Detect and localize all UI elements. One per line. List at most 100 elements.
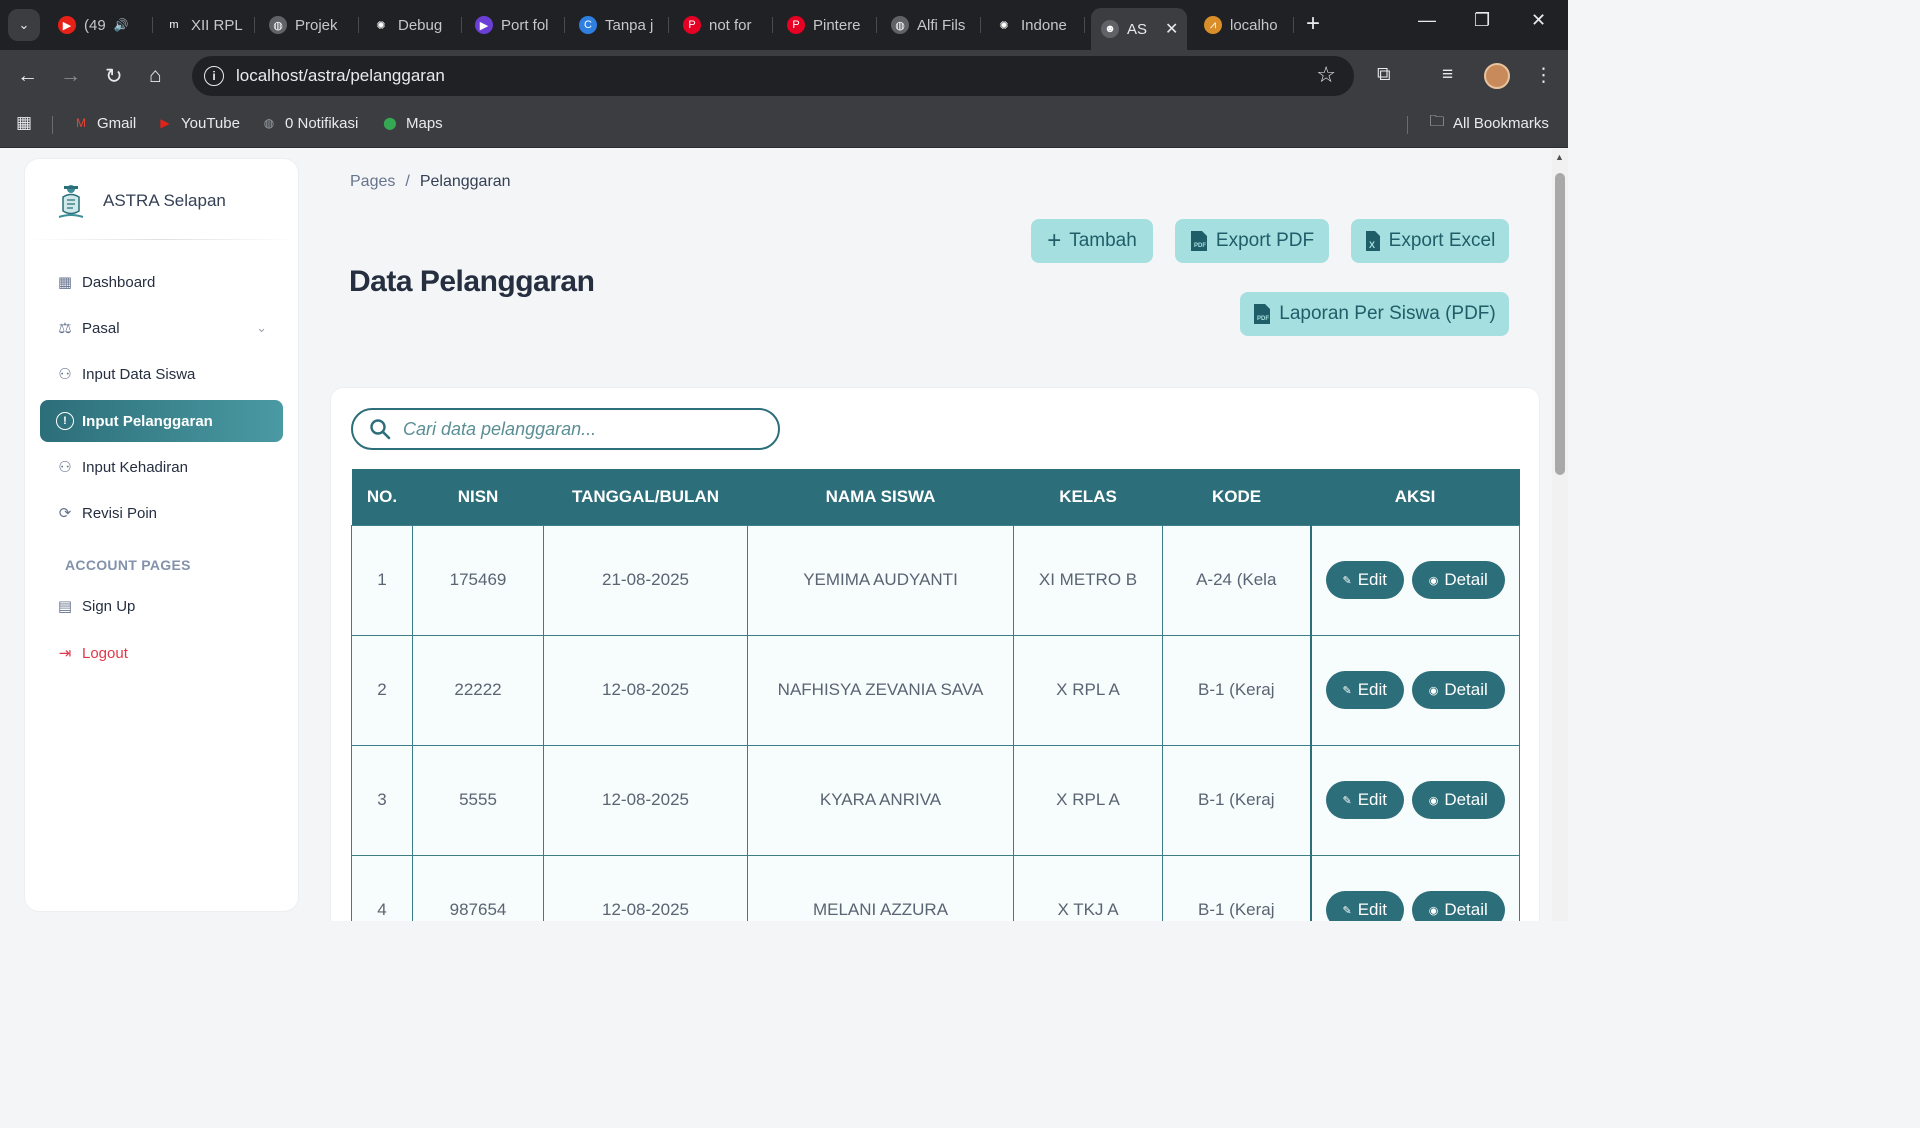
browser-tab[interactable]: ⩘ localho [1194, 8, 1294, 42]
search-input[interactable] [403, 416, 763, 442]
cell-kelas: X TKJ A [1013, 854, 1163, 921]
eye-icon: ◉ [1428, 794, 1439, 807]
bookmark-youtube[interactable]: ▶ YouTube [156, 114, 240, 132]
breadcrumb-current: Pelanggaran [419, 173, 511, 190]
account-pages-heading: ACCOUNT PAGES [65, 557, 191, 573]
tambah-button[interactable]: + Tambah [1031, 219, 1153, 263]
export-excel-button[interactable]: X Export Excel [1351, 219, 1509, 263]
browser-menu-icon[interactable]: ⋮ [1534, 64, 1553, 87]
window-close-icon[interactable]: ✕ [1531, 10, 1546, 31]
bookmark-maps[interactable]: ⬤ Maps [381, 114, 442, 132]
tab-title: Tanpa j [605, 16, 654, 34]
browser-tab[interactable]: C Tanpa j [569, 8, 669, 42]
address-bar[interactable]: i localhost/astra/pelanggaran ☆ [192, 56, 1354, 96]
tab-favicon-icon: ▶ [58, 16, 76, 34]
site-info-icon[interactable]: i [204, 66, 224, 86]
sidebar-item-dashboard[interactable]: ▦ Dashboard [40, 261, 283, 303]
address-url[interactable]: localhost/astra/pelanggaran [236, 66, 445, 86]
search-icon [370, 419, 391, 440]
brand[interactable]: ASTRA Selapan [55, 183, 226, 219]
sidebar-item-logout[interactable]: ⇥ Logout [40, 632, 283, 674]
tab-title: Debug [398, 16, 443, 34]
bookmark-favicon-icon: M [76, 116, 86, 130]
browser-tab[interactable]: P Pintere [777, 8, 877, 42]
reload-icon[interactable]: ↻ [105, 64, 123, 89]
tab-separator [1084, 17, 1085, 33]
sidebar-item-input-kehadiran[interactable]: ⚇ Input Kehadiran [40, 446, 283, 488]
tab-close-icon[interactable]: ✕ [1165, 19, 1178, 39]
browser-tab[interactable]: Pnot for [673, 8, 773, 42]
detail-button[interactable]: ◉ Detail [1411, 781, 1505, 819]
browser-tab[interactable]: ✺ Debug [362, 8, 462, 42]
forward-arrow-icon[interactable]: → [60, 64, 81, 88]
chevron-down-icon[interactable]: ⌄ [256, 320, 267, 336]
export-pdf-button[interactable]: PDF Export PDF [1175, 219, 1329, 263]
edit-button[interactable]: ✎ Edit [1325, 781, 1404, 819]
all-bookmarks-button[interactable]: 🗀 All Bookmarks [1428, 113, 1548, 132]
tab-favicon-icon: P [683, 16, 701, 34]
browser-tab[interactable]: ▶ (49 🔊 [48, 8, 153, 42]
browser-tab[interactable]: ▶ Port fol [465, 8, 565, 42]
laporan-per-siswa-button[interactable]: PDF Laporan Per Siswa (PDF) [1240, 292, 1509, 336]
browser-tab[interactable]: ◍ Projek [259, 8, 359, 42]
sidebar-item-pasal[interactable]: ⚖ Pasal ⌄ [40, 307, 283, 349]
column-header-nisn: NISN [412, 469, 544, 525]
bookmark-label: Gmail [97, 114, 137, 132]
cell-no: 4 [351, 854, 413, 921]
tab-separator [1293, 17, 1294, 33]
browser-tab[interactable]: ✺ Indone [985, 8, 1085, 42]
edit-button[interactable]: ✎ Edit [1325, 671, 1404, 709]
column-header-nama-siswa: NAMA SISWA [747, 469, 1014, 525]
browser-tab[interactable]: ☻ AS ✕ [1091, 8, 1187, 50]
detail-button[interactable]: ◉ Detail [1411, 561, 1505, 599]
cell-aksi: ✎ Edit ◉ Detail [1309, 854, 1520, 921]
cell-kelas: X RPL A [1013, 634, 1163, 746]
bookmark-gmail[interactable]: M Gmail [72, 114, 136, 132]
browser-tab[interactable]: ◍ Alfi Fils [881, 8, 981, 42]
edit-button[interactable]: ✎ Edit [1325, 891, 1404, 921]
minimize-icon[interactable]: — [1418, 10, 1436, 31]
sidebar-item-input-data-siswa[interactable]: ⚇ Input Data Siswa [40, 353, 283, 395]
sidebar-item-revisi-poin[interactable]: ⟳ Revisi Poin [40, 492, 283, 534]
plus-icon: + [1047, 227, 1062, 254]
cell-kode: A-24 (Kela [1162, 524, 1311, 636]
clipboard-icon: ▤ [57, 598, 73, 615]
scroll-up-arrow-icon[interactable]: ▲ [1555, 152, 1564, 162]
detail-button[interactable]: ◉ Detail [1411, 891, 1505, 921]
sidebar-item-label: Pasal [82, 319, 120, 337]
breadcrumb-root[interactable]: Pages [350, 173, 395, 191]
cell-tanggal: 12-08-2025 [543, 634, 748, 746]
eye-icon: ◉ [1428, 684, 1439, 697]
table-header-row: NO. NISN TANGGAL/BULAN NAMA SISWA KELAS KODE A… [351, 469, 1520, 525]
bookmark-0-notifikasi[interactable]: ◍ 0 Notifikasi [260, 114, 359, 132]
sidebar-item-sign-up[interactable]: ▤ Sign Up [40, 585, 283, 627]
home-icon[interactable]: ⌂ [149, 64, 162, 88]
new-tab-plus-icon[interactable]: + [1306, 10, 1320, 38]
apps-grid-icon[interactable]: ▦ [15, 113, 33, 132]
tab-favicon-icon: ◍ [891, 16, 909, 34]
search-box[interactable] [351, 408, 780, 450]
scrollbar-thumb[interactable] [1555, 173, 1565, 475]
file-excel-icon: X [1365, 231, 1380, 251]
edit-button[interactable]: ✎ Edit [1325, 561, 1404, 599]
tab-search-chevron-icon[interactable]: ⌄ [8, 9, 40, 41]
browser-tab-bar: ⌄ ▶ (49 🔊 m XII RPL ◍ Projek ✺ Debug ▶ Port fol C Ta… [0, 0, 1568, 50]
tab-favicon-icon: ▶ [475, 16, 493, 34]
browser-tab[interactable]: m XII RPL [155, 8, 255, 42]
extensions-puzzle-icon[interactable]: ⧉ [1377, 64, 1391, 86]
sidebar-item-label: Input Data Siswa [82, 365, 196, 383]
tab-audio-icon[interactable]: 🔊 [114, 18, 129, 32]
media-control-icon[interactable]: ≡ [1442, 64, 1453, 86]
svg-text:PDF: PDF [1257, 316, 1269, 322]
cell-aksi: ✎ Edit ◉ Detail [1309, 634, 1520, 746]
detail-button[interactable]: ◉ Detail [1411, 671, 1505, 709]
file-pdf-icon: PDF [1190, 231, 1207, 251]
table-row: 2 22222 12-08-2025 NAFHISYA ZEVANIA SAVA X R… [351, 634, 1520, 746]
sidebar-item-input-pelanggaran[interactable]: ! Input Pelanggaran [40, 400, 283, 442]
restore-icon[interactable]: ❐ [1474, 10, 1490, 31]
profile-avatar[interactable] [1484, 63, 1510, 89]
back-arrow-icon[interactable]: ← [17, 64, 38, 88]
edit-pencil-icon: ✎ [1342, 684, 1352, 697]
bookmark-star-icon[interactable]: ☆ [1316, 62, 1336, 88]
page-scrollbar[interactable]: ▲ [1552, 149, 1568, 921]
